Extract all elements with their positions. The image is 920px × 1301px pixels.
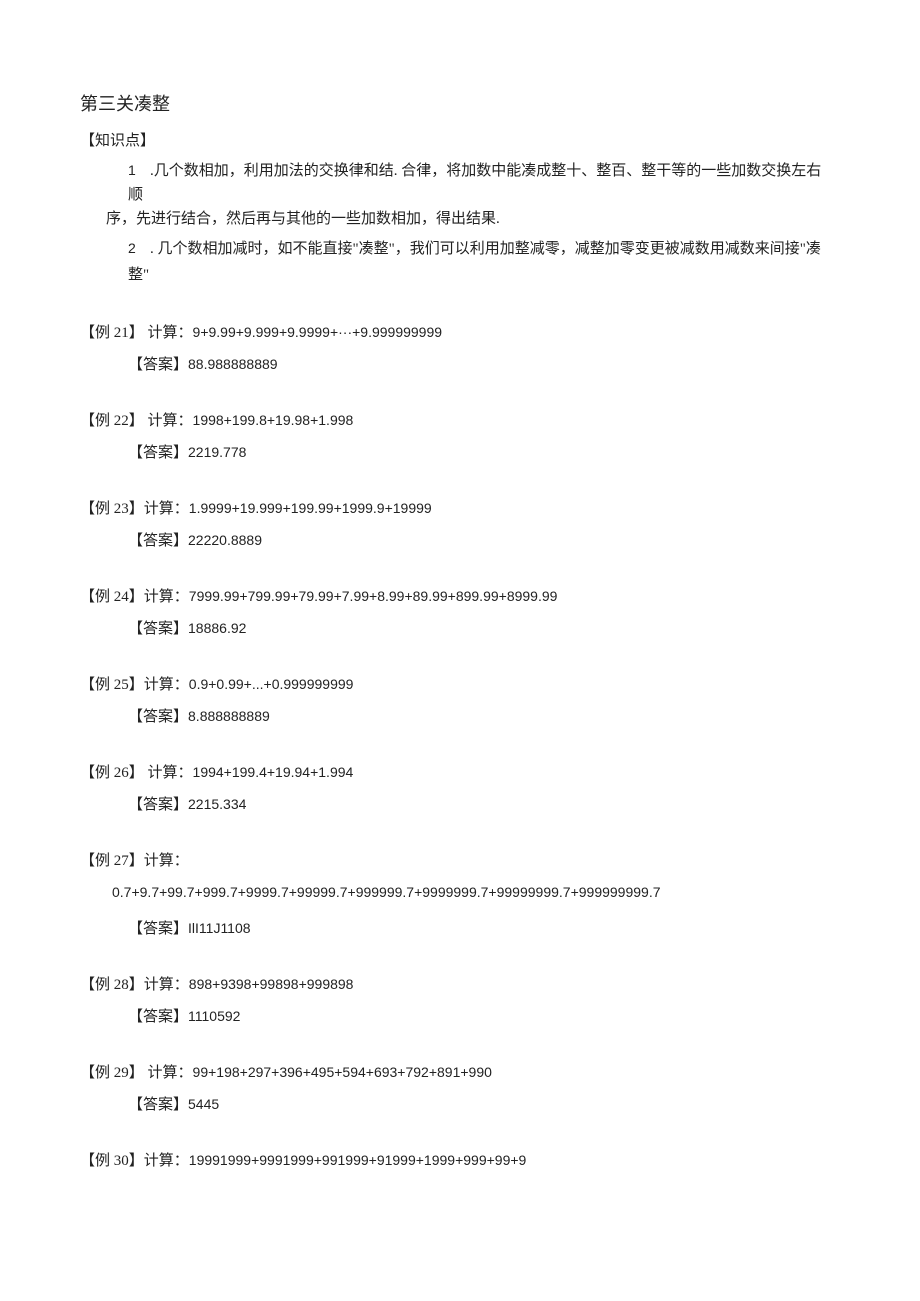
examples-list: 【例 21】 计算：9+9.99+9.999+9.9999+···+9.9999…: [80, 321, 840, 1173]
answer-value: 88.988888889: [188, 356, 278, 372]
answer-value: 18886.92: [188, 620, 246, 636]
knowledge-item: 1.几个数相加，利用加法的交换律和结. 合律，将加数中能凑成整十、整百、整干等的…: [128, 159, 826, 231]
example-label: 【例 21】: [80, 325, 144, 341]
example-label: 【例 23】: [80, 501, 144, 517]
calc-prefix: 计算：: [144, 853, 189, 869]
example-expression: 0.9+0.99+...+0.999999999: [189, 676, 354, 692]
example-header: 【例 24】计算：7999.99+799.99+79.99+7.99+8.99+…: [80, 585, 840, 609]
list-number: 2: [128, 237, 150, 259]
example-expression: 898+9398+99898+999898: [189, 976, 354, 992]
answer-value: 22220.8889: [188, 532, 262, 548]
example-header: 【例 29】 计算：99+198+297+396+495+594+693+792…: [80, 1061, 840, 1085]
example-answer: 【答案】2215.334: [128, 793, 840, 817]
example-item: 【例 24】计算：7999.99+799.99+79.99+7.99+8.99+…: [80, 585, 840, 641]
example-answer: 【答案】22220.8889: [128, 529, 840, 553]
knowledge-text: . 几个数相加减时，如不能直接"凑整"，我们可以利用加整减零，减整加零变更被减数…: [150, 241, 821, 257]
example-label: 【例 24】: [80, 589, 144, 605]
answer-value: IlI11J1108: [188, 920, 251, 936]
example-label: 【例 28】: [80, 977, 144, 993]
example-answer: 【答案】88.988888889: [128, 353, 840, 377]
answer-value: 8.888888889: [188, 708, 270, 724]
calc-prefix: 计算：: [144, 325, 193, 341]
example-answer: 【答案】18886.92: [128, 617, 840, 641]
answer-value: 2215.334: [188, 796, 246, 812]
example-expression: 0.7+9.7+99.7+999.7+9999.7+99999.7+999999…: [112, 881, 840, 903]
example-item: 【例 26】 计算：1994+199.4+19.94+1.994 【答案】221…: [80, 761, 840, 817]
example-answer: 【答案】5445: [128, 1093, 840, 1117]
answer-label: 【答案】: [128, 357, 188, 373]
answer-label: 【答案】: [128, 709, 188, 725]
example-header: 【例 30】计算：19991999+9991999+991999+91999+1…: [80, 1149, 840, 1173]
example-answer: 【答案】1110592: [128, 1005, 840, 1029]
example-expression: 7999.99+799.99+79.99+7.99+8.99+89.99+899…: [189, 588, 558, 604]
calc-prefix: 计算：: [144, 1065, 193, 1081]
answer-value: 1110592: [188, 1008, 240, 1024]
answer-label: 【答案】: [128, 533, 188, 549]
knowledge-label: 【知识点】: [80, 129, 840, 153]
example-item: 【例 25】计算：0.9+0.99+...+0.999999999 【答案】8.…: [80, 673, 840, 729]
example-label: 【例 29】: [80, 1065, 144, 1081]
knowledge-text-cont: 整": [128, 263, 826, 287]
example-label: 【例 27】: [80, 853, 144, 869]
example-expression: 99+198+297+396+495+594+693+792+891+990: [193, 1064, 492, 1080]
example-item: 【例 28】计算：898+9398+99898+999898 【答案】11105…: [80, 973, 840, 1029]
example-header: 【例 25】计算：0.9+0.99+...+0.999999999: [80, 673, 840, 697]
example-answer: 【答案】2219.778: [128, 441, 840, 465]
example-expression: 1.9999+19.999+199.99+1999.9+19999: [189, 500, 432, 516]
example-item: 【例 30】计算：19991999+9991999+991999+91999+1…: [80, 1149, 840, 1173]
section-title: 第三关凑整: [80, 90, 840, 119]
knowledge-block: 1.几个数相加，利用加法的交换律和结. 合律，将加数中能凑成整十、整百、整干等的…: [128, 159, 826, 287]
answer-label: 【答案】: [128, 1097, 188, 1113]
calc-prefix: 计算：: [144, 765, 193, 781]
answer-value: 2219.778: [188, 444, 246, 460]
example-item: 【例 23】计算：1.9999+19.999+199.99+1999.9+199…: [80, 497, 840, 553]
example-expression: 1994+199.4+19.94+1.994: [193, 764, 354, 780]
example-header: 【例 28】计算：898+9398+99898+999898: [80, 973, 840, 997]
example-item: 【例 21】 计算：9+9.99+9.999+9.9999+···+9.9999…: [80, 321, 840, 377]
answer-label: 【答案】: [128, 921, 188, 937]
example-header: 【例 26】 计算：1994+199.4+19.94+1.994: [80, 761, 840, 785]
knowledge-text-cont: 序，先进行结合，然后再与其他的一些加数相加，得出结果.: [106, 207, 826, 231]
calc-prefix: 计算：: [144, 589, 189, 605]
example-header: 【例 23】计算：1.9999+19.999+199.99+1999.9+199…: [80, 497, 840, 521]
example-label: 【例 26】: [80, 765, 144, 781]
knowledge-text: .几个数相加，利用加法的交换律和结. 合律，将加数中能凑成整十、整百、整干等的一…: [128, 163, 821, 203]
answer-label: 【答案】: [128, 621, 188, 637]
calc-prefix: 计算：: [144, 1153, 189, 1169]
calc-prefix: 计算：: [144, 977, 189, 993]
example-label: 【例 22】: [80, 413, 144, 429]
example-item: 【例 27】计算： 0.7+9.7+99.7+999.7+9999.7+9999…: [80, 849, 840, 941]
example-item: 【例 29】 计算：99+198+297+396+495+594+693+792…: [80, 1061, 840, 1117]
example-header: 【例 27】计算：: [80, 849, 840, 873]
example-expression: 19991999+9991999+991999+91999+1999+999+9…: [189, 1152, 527, 1168]
example-expression: 9+9.99+9.999+9.9999+···+9.999999999: [193, 324, 443, 340]
answer-value: 5445: [188, 1096, 219, 1112]
calc-prefix: 计算：: [144, 501, 189, 517]
example-header: 【例 22】 计算：1998+199.8+19.98+1.998: [80, 409, 840, 433]
example-header: 【例 21】 计算：9+9.99+9.999+9.9999+···+9.9999…: [80, 321, 840, 345]
calc-prefix: 计算：: [144, 677, 189, 693]
list-number: 1: [128, 159, 150, 181]
example-answer: 【答案】IlI11J1108: [128, 917, 840, 941]
document-page: 第三关凑整 【知识点】 1.几个数相加，利用加法的交换律和结. 合律，将加数中能…: [0, 0, 920, 1223]
knowledge-item: 2. 几个数相加减时，如不能直接"凑整"，我们可以利用加整减零，减整加零变更被减…: [128, 237, 826, 287]
answer-label: 【答案】: [128, 797, 188, 813]
example-answer: 【答案】8.888888889: [128, 705, 840, 729]
answer-label: 【答案】: [128, 1009, 188, 1025]
example-expression: 1998+199.8+19.98+1.998: [193, 412, 354, 428]
example-label: 【例 25】: [80, 677, 144, 693]
example-label: 【例 30】: [80, 1153, 144, 1169]
calc-prefix: 计算：: [144, 413, 193, 429]
answer-label: 【答案】: [128, 445, 188, 461]
example-item: 【例 22】 计算：1998+199.8+19.98+1.998 【答案】221…: [80, 409, 840, 465]
